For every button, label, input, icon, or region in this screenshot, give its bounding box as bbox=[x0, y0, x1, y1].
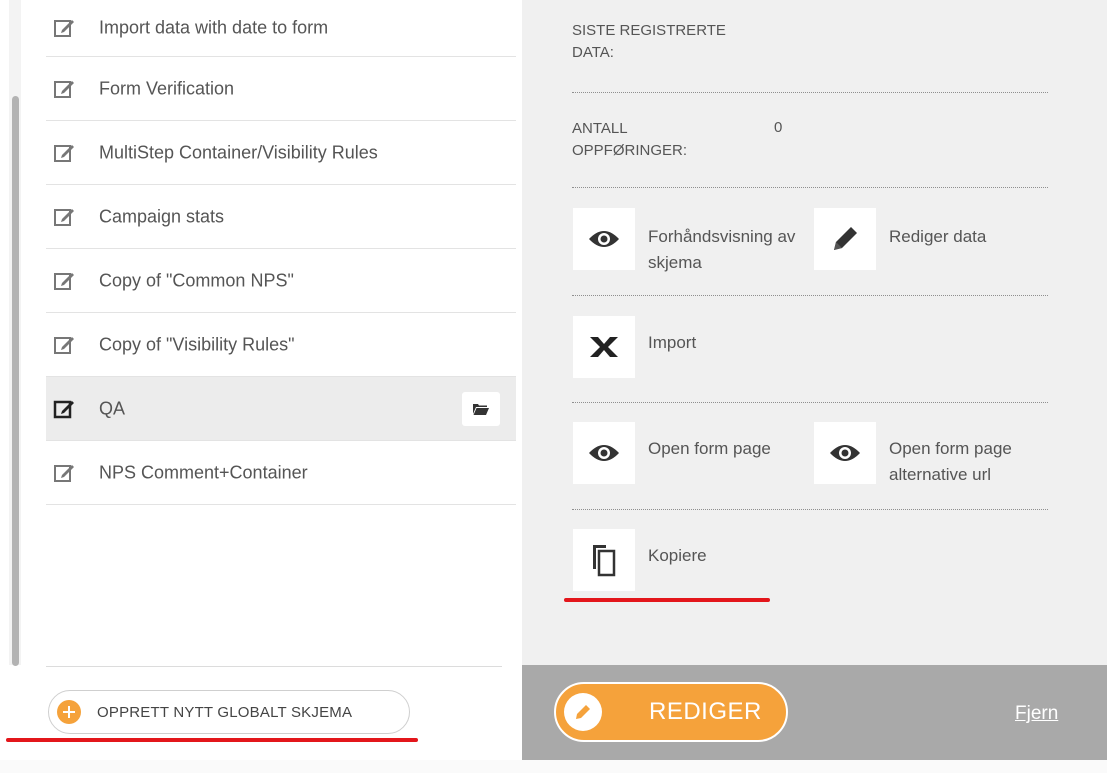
form-list-item-label: MultiStep Container/Visibility Rules bbox=[99, 142, 378, 162]
form-list-item-label: NPS Comment+Container bbox=[99, 462, 308, 482]
divider bbox=[572, 92, 1048, 93]
form-list-item-label: QA bbox=[99, 398, 126, 418]
open-folder-button[interactable] bbox=[462, 391, 500, 426]
open-form-page-alt-button[interactable] bbox=[814, 422, 876, 484]
form-list: Import data with date to form Form Verif… bbox=[46, 0, 516, 505]
edit-icon bbox=[54, 272, 74, 290]
form-list-item[interactable]: Copy of "Common NPS" bbox=[46, 249, 516, 313]
form-list-item[interactable]: Copy of "Visibility Rules" bbox=[46, 313, 516, 377]
entry-count-value: 0 bbox=[774, 119, 783, 136]
divider bbox=[572, 509, 1048, 510]
form-list-item-label: Copy of "Common NPS" bbox=[99, 270, 294, 290]
open-form-page-alt-label: Open form page alternative url bbox=[889, 439, 1012, 484]
open-form-page-label: Open form page bbox=[648, 439, 771, 458]
divider bbox=[572, 402, 1048, 403]
eye-icon bbox=[589, 445, 619, 461]
form-list-item-label: Copy of "Visibility Rules" bbox=[99, 334, 295, 354]
pencil-icon bbox=[834, 227, 857, 250]
preview-form-button[interactable] bbox=[573, 208, 635, 270]
form-list-item-label: Form Verification bbox=[99, 78, 235, 98]
edit-icon bbox=[54, 336, 74, 354]
folder-icon bbox=[473, 403, 489, 415]
form-list-panel: Import data with date to form Form Verif… bbox=[0, 0, 522, 760]
form-list-item-label: Campaign stats bbox=[99, 206, 225, 226]
scrollbar-thumb[interactable] bbox=[12, 96, 19, 666]
form-list-item[interactable]: Form Verification bbox=[46, 57, 516, 121]
import-label: Import bbox=[648, 333, 697, 352]
highlight-underline bbox=[6, 738, 418, 742]
form-list-item-label: Import data with date to form bbox=[99, 17, 329, 38]
form-list-item-selected[interactable]: QA bbox=[46, 377, 516, 441]
eye-icon bbox=[589, 231, 619, 247]
entry-count-label: ANTALL OPPFØRINGER: bbox=[572, 120, 688, 159]
copy-icon bbox=[593, 545, 616, 577]
create-global-form-label: OPPRETT NYTT GLOBALT SKJEMA bbox=[97, 703, 353, 721]
excel-icon bbox=[590, 337, 618, 357]
divider bbox=[572, 295, 1048, 296]
copy-form-label: Kopiere bbox=[648, 546, 707, 565]
open-form-page-button[interactable] bbox=[573, 422, 635, 484]
edit-data-label: Rediger data bbox=[889, 227, 987, 246]
edit-icon bbox=[54, 208, 74, 226]
highlight-underline bbox=[564, 598, 770, 602]
edit-icon bbox=[54, 464, 74, 482]
plus-icon bbox=[57, 700, 81, 724]
create-global-form-button[interactable]: OPPRETT NYTT GLOBALT SKJEMA bbox=[48, 690, 410, 734]
edit-icon bbox=[54, 20, 74, 37]
form-details-panel: SISTE REGISTRERTE DATA: ANTALL OPPFØRING… bbox=[522, 0, 1107, 665]
remove-form-link[interactable]: Fjern bbox=[1015, 703, 1058, 725]
copy-form-button[interactable] bbox=[573, 529, 635, 591]
pencil-icon bbox=[564, 693, 602, 731]
form-list-item[interactable]: Import data with date to form bbox=[46, 0, 516, 57]
import-button[interactable] bbox=[573, 316, 635, 378]
preview-form-label: Forhåndsvisning av skjema bbox=[648, 227, 796, 272]
form-list-item[interactable]: NPS Comment+Container bbox=[46, 441, 516, 505]
divider bbox=[572, 187, 1048, 188]
last-registered-label: SISTE REGISTRERTE DATA: bbox=[572, 22, 726, 61]
form-list-item[interactable]: MultiStep Container/Visibility Rules bbox=[46, 121, 516, 185]
edit-icon bbox=[54, 80, 74, 98]
edit-form-button[interactable]: REDIGER bbox=[554, 682, 788, 742]
edit-icon bbox=[53, 400, 74, 418]
edit-form-label: REDIGER bbox=[649, 698, 762, 725]
edit-data-button[interactable] bbox=[814, 208, 876, 270]
divider bbox=[46, 666, 502, 667]
form-list-item[interactable]: Campaign stats bbox=[46, 185, 516, 249]
footer-bar: REDIGER Fjern bbox=[522, 665, 1107, 760]
eye-icon bbox=[830, 445, 860, 461]
edit-icon bbox=[54, 144, 74, 162]
